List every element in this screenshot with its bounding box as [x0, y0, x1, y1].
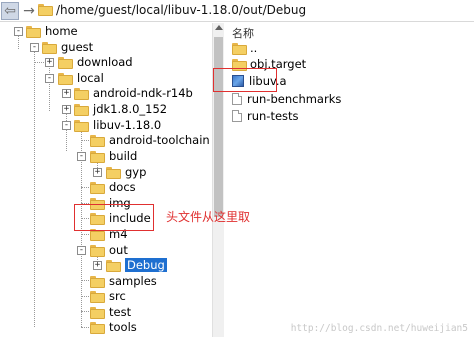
back-arrow-icon[interactable]: ⇦ — [1, 2, 19, 20]
scroll-up-icon[interactable] — [215, 25, 223, 30]
folder-icon — [106, 167, 121, 179]
tree-connector — [66, 111, 67, 151]
collapse-icon[interactable]: - — [77, 246, 86, 255]
tree-item-download[interactable]: download — [58, 54, 133, 70]
tree-item-home[interactable]: home — [26, 23, 78, 39]
tree-item-label: src — [109, 289, 126, 303]
folder-icon — [74, 120, 89, 132]
folder-icon — [90, 291, 105, 303]
folder-icon — [38, 4, 53, 16]
path-field[interactable]: /home/guest/local/libuv-1.18.0/out/Debug — [56, 3, 306, 17]
expand-icon[interactable]: + — [62, 105, 71, 114]
expand-icon[interactable]: + — [45, 58, 54, 67]
tree-connector — [49, 65, 50, 111]
list-item-label: .. — [250, 41, 258, 55]
tree-item-tools[interactable]: tools — [90, 319, 137, 335]
tree-item-label: download — [77, 55, 133, 69]
folder-icon — [74, 88, 89, 100]
tree-item-label: home — [45, 24, 78, 38]
tree-item-android-toolchain[interactable]: android-toolchain — [90, 132, 210, 148]
tree-item-label: android-ndk-r14b — [93, 86, 193, 100]
tree-item-samples[interactable]: samples — [90, 273, 157, 289]
folder-icon — [58, 57, 73, 69]
collapse-icon[interactable]: - — [30, 43, 39, 52]
tree-item-label: samples — [109, 274, 157, 288]
list-item-run-tests[interactable]: run-tests — [232, 108, 299, 124]
tree-item-label: test — [109, 305, 132, 319]
tree-item-label: tools — [109, 320, 137, 334]
tree-item-guest[interactable]: guest — [42, 39, 93, 55]
annotation-note: 头文件从这里取 — [166, 210, 251, 224]
tree-item-src[interactable]: src — [90, 288, 126, 304]
folder-icon — [42, 42, 57, 54]
tree-item-label: out — [109, 243, 128, 257]
list-item-run-benchmarks[interactable]: run-benchmarks — [232, 91, 341, 107]
folder-icon — [90, 182, 105, 194]
folder-icon — [232, 43, 247, 55]
collapse-icon[interactable]: - — [45, 74, 54, 83]
folder-icon — [90, 322, 105, 334]
tree-connector — [34, 49, 35, 327]
expand-icon[interactable]: + — [93, 168, 102, 177]
collapse-icon[interactable]: - — [77, 152, 86, 161]
column-header-name[interactable]: 名称 — [232, 25, 254, 41]
tree-item-label: jdk1.8.0_152 — [93, 102, 168, 116]
list-item-label: run-benchmarks — [247, 92, 342, 106]
list-item-parent[interactable]: .. — [232, 40, 257, 56]
tree-item-label: local — [77, 71, 104, 85]
folder-icon — [58, 73, 73, 85]
tree-item-gyp[interactable]: gyp — [106, 164, 146, 180]
tree-item-debug[interactable]: Debug — [106, 257, 167, 273]
forward-arrow-icon[interactable]: → — [20, 2, 38, 20]
collapse-icon[interactable]: - — [62, 121, 71, 130]
tree-item-label: docs — [109, 180, 136, 194]
folder-icon — [106, 260, 121, 272]
folder-icon — [90, 135, 105, 147]
highlight-box-libuv-a — [213, 68, 277, 92]
tree-item-label: Debug — [125, 258, 167, 272]
tree-connector — [34, 62, 44, 63]
tree-item-label: build — [109, 149, 138, 163]
tree-item-label: guest — [61, 40, 94, 54]
tree-item-jdk[interactable]: jdk1.8.0_152 — [74, 101, 167, 117]
tree-item-android-ndk[interactable]: android-ndk-r14b — [74, 85, 193, 101]
folder-icon — [90, 245, 105, 257]
highlight-box-include — [74, 204, 154, 231]
tree-item-test[interactable]: test — [90, 304, 131, 320]
folder-tree: - - + - + + - - + - + home guest downloa… — [0, 23, 212, 337]
tree-item-label: libuv-1.18.0 — [93, 118, 162, 132]
expand-icon[interactable]: + — [62, 89, 71, 98]
collapse-icon[interactable]: - — [14, 27, 23, 36]
folder-icon — [90, 151, 105, 163]
tree-item-label: gyp — [125, 165, 147, 179]
folder-icon — [90, 307, 105, 319]
watermark: http://blog.csdn.net/huweijian5 — [290, 323, 468, 334]
folder-icon — [90, 276, 105, 288]
tree-item-label: android-toolchain — [109, 133, 210, 147]
folder-icon — [26, 26, 41, 38]
tree-item-local[interactable]: local — [58, 70, 104, 86]
file-icon — [232, 93, 242, 105]
tree-item-docs[interactable]: docs — [90, 179, 136, 195]
expand-icon[interactable]: + — [93, 261, 102, 270]
tree-item-libuv[interactable]: libuv-1.18.0 — [74, 117, 161, 133]
tree-item-out[interactable]: out — [90, 242, 128, 258]
address-bar: ⇦ → /home/guest/local/libuv-1.18.0/out/D… — [0, 0, 474, 22]
scrollbar-thumb[interactable] — [214, 37, 223, 217]
file-icon — [232, 110, 242, 122]
tree-item-build[interactable]: build — [90, 148, 137, 164]
folder-icon — [74, 104, 89, 116]
list-item-label: run-tests — [247, 109, 299, 123]
